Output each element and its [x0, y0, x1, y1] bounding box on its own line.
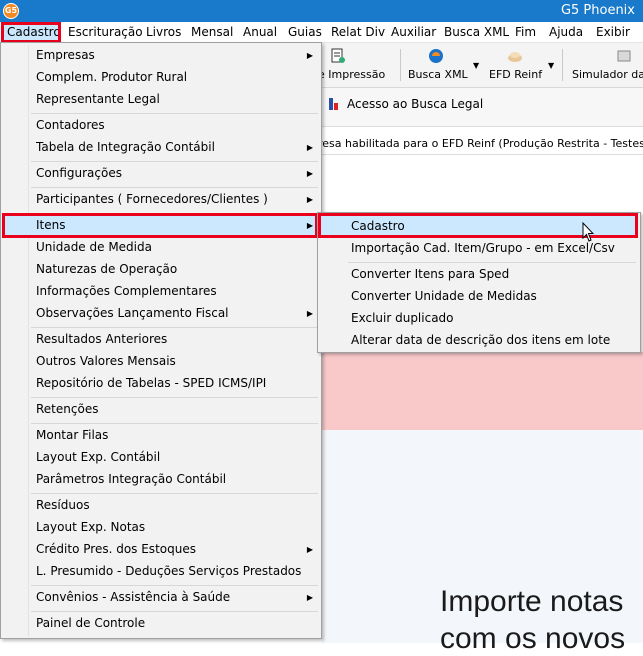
- submenu-arrow-icon: ▶: [306, 309, 313, 318]
- menu-separator: [31, 161, 318, 162]
- toolbar-busca-xml[interactable]: Busca XML: [408, 43, 478, 87]
- headline-line1: Importe notas: [440, 585, 624, 618]
- menu-separator: [348, 262, 636, 263]
- menu-item-itens[interactable]: Itens ▶: [4, 215, 319, 236]
- menu-item-configuracoes[interactable]: Configurações ▶: [4, 163, 319, 184]
- menu-escrituracao[interactable]: Escrituração: [68, 22, 143, 42]
- toolbar-print-setup[interactable]: e Impressão: [318, 43, 398, 87]
- title-bar: G5 G5 Phoenix: [0, 0, 643, 22]
- busca-legal-link[interactable]: Acesso ao Busca Legal: [347, 97, 483, 111]
- menu-separator: [31, 585, 318, 586]
- menu-auxiliar[interactable]: Auxiliar: [391, 22, 436, 42]
- menu-mensal[interactable]: Mensal: [191, 22, 233, 42]
- toolbar-efd-reinf[interactable]: EFD Reinf: [489, 43, 549, 87]
- menu-item-naturezas-operacao[interactable]: Naturezas de Operação: [4, 259, 319, 280]
- submenu-item-excluir-duplicado[interactable]: Excluir duplicado: [321, 308, 637, 329]
- mouse-cursor-icon: [582, 222, 594, 242]
- menu-cadastro[interactable]: Cadastro: [3, 22, 61, 42]
- submenu-arrow-icon: ▶: [306, 593, 313, 602]
- menu-item-observacoes-lancamento[interactable]: Observações Lançamento Fiscal ▶: [4, 303, 319, 324]
- submenu-item-converter-unidade[interactable]: Converter Unidade de Medidas: [321, 286, 637, 307]
- menu-item-resultados-anteriores[interactable]: Resultados Anteriores: [4, 329, 319, 350]
- menu-item-empresas[interactable]: Empresas ▶: [4, 45, 319, 66]
- menu-item-outros-valores-mensais[interactable]: Outros Valores Mensais: [4, 351, 319, 372]
- menu-item-repositorio-tabelas[interactable]: Repositório de Tabelas - SPED ICMS/IPI: [4, 373, 319, 394]
- menu-fim[interactable]: Fim: [515, 22, 536, 42]
- menu-separator: [31, 493, 318, 494]
- menu-guias[interactable]: Guias: [288, 22, 322, 42]
- menu-ajuda[interactable]: Ajuda: [549, 22, 583, 42]
- menu-separator: [31, 611, 318, 612]
- menu-item-participantes[interactable]: Participantes ( Fornecedores/Clientes ) ▶: [4, 189, 319, 210]
- submenu-item-converter-itens-sped[interactable]: Converter Itens para Sped: [321, 264, 637, 285]
- menu-item-painel-controle[interactable]: Painel de Controle: [4, 613, 319, 634]
- efd-reinf-dropdown-icon[interactable]: ▼: [548, 61, 554, 70]
- app-icon[interactable]: G5: [3, 3, 19, 19]
- menu-separator: [31, 423, 318, 424]
- busca-xml-icon: [429, 49, 443, 63]
- menu-separator: [31, 187, 318, 188]
- menu-item-informacoes-complementares[interactable]: Informações Complementares: [4, 281, 319, 302]
- menu-item-unidade-medida[interactable]: Unidade de Medida: [4, 237, 319, 258]
- menu-item-parametros-integracao[interactable]: Parâmetros Integração Contábil: [4, 469, 319, 490]
- menu-item-residuos[interactable]: Resíduos: [4, 495, 319, 516]
- window-title: G5 Phoenix: [560, 3, 635, 18]
- menu-item-representante-legal[interactable]: Representante Legal: [4, 89, 319, 110]
- menu-busca-xml[interactable]: Busca XML: [444, 22, 509, 42]
- simulator-icon: [617, 50, 631, 62]
- menu-livros[interactable]: Livros: [146, 22, 181, 42]
- menu-separator: [31, 327, 318, 328]
- headline-line2: com os novos: [440, 622, 626, 655]
- menu-relat-div[interactable]: Relat Div: [331, 22, 385, 42]
- submenu-arrow-icon: ▶: [306, 195, 313, 204]
- submenu-arrow-icon: ▶: [306, 545, 313, 554]
- busca-legal-icon: [329, 98, 338, 110]
- submenu-arrow-icon: ▶: [306, 221, 313, 230]
- menu-item-layout-exp-contabil[interactable]: Layout Exp. Contábil: [4, 447, 319, 468]
- menu-anual[interactable]: Anual: [243, 22, 277, 42]
- menu-exibir[interactable]: Exibir: [596, 22, 630, 42]
- menu-item-tabela-integracao[interactable]: Tabela de Integração Contábil ▶: [4, 137, 319, 158]
- toolbar-simulator[interactable]: Simulador da R: [572, 43, 643, 87]
- toolbar-separator: [400, 49, 401, 81]
- toolbar-separator: [562, 49, 563, 81]
- menu-bar: Cadastro Escrituração Livros Mensal Anua…: [0, 22, 643, 43]
- submenu-arrow-icon: ▶: [306, 169, 313, 178]
- menu-item-credito-pres-estoques[interactable]: Crédito Pres. dos Estoques ▶: [4, 539, 319, 560]
- submenu-arrow-icon: ▶: [306, 143, 313, 152]
- menu-item-montar-filas[interactable]: Montar Filas: [4, 425, 319, 446]
- banner-pink: [322, 352, 643, 430]
- menu-item-lpresumido-deducoes[interactable]: L. Presumido - Deduções Serviços Prestad…: [4, 561, 319, 582]
- cadastro-dropdown: Empresas ▶ Complem. Produtor Rural Repres…: [0, 42, 322, 639]
- menu-separator: [31, 213, 318, 214]
- menu-item-contadores[interactable]: Contadores: [4, 115, 319, 136]
- menu-item-retencoes[interactable]: Retenções: [4, 399, 319, 420]
- efd-reinf-icon: [508, 52, 522, 62]
- menu-separator: [31, 397, 318, 398]
- print-setup-icon: [331, 48, 345, 63]
- menu-item-complem-produtor-rural[interactable]: Complem. Produtor Rural: [4, 67, 319, 88]
- menu-separator: [31, 113, 318, 114]
- submenu-item-alterar-data-descricao[interactable]: Alterar data de descrição dos itens em l…: [321, 330, 637, 351]
- menu-item-convenios-saude[interactable]: Convênios - Assistência à Saúde ▶: [4, 587, 319, 608]
- submenu-arrow-icon: ▶: [306, 51, 313, 60]
- busca-xml-dropdown-icon[interactable]: ▼: [473, 61, 479, 70]
- menu-item-layout-exp-notas[interactable]: Layout Exp. Notas: [4, 517, 319, 538]
